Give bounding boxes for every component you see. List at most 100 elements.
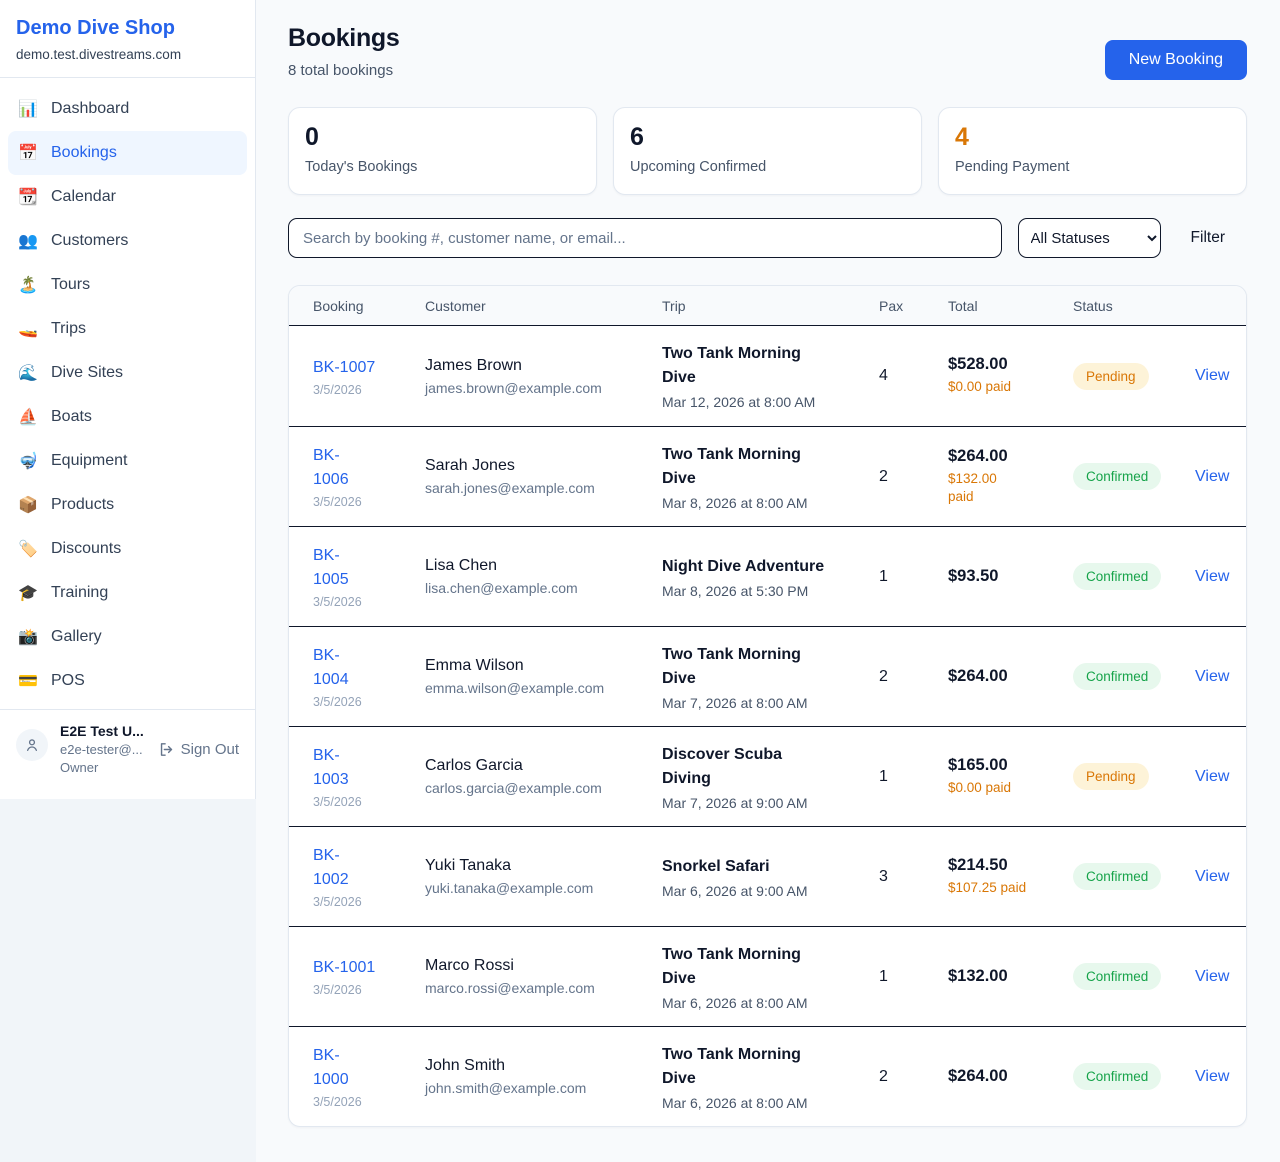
view-link[interactable]: View <box>1195 968 1229 985</box>
view-link[interactable]: View <box>1195 868 1229 885</box>
wave-icon: 🌊 <box>18 363 38 383</box>
status-badge: Confirmed <box>1073 963 1161 990</box>
table-row: BK- 1006 3/5/2026 Sarah Jones sarah.jone… <box>289 426 1246 526</box>
filter-button[interactable]: Filter <box>1177 229 1247 247</box>
sidebar-item-products[interactable]: 📦 Products <box>8 483 247 527</box>
people-icon: 👥 <box>18 231 38 251</box>
table-row: BK- 1003 3/5/2026 Carlos Garcia carlos.g… <box>289 726 1246 826</box>
sidebar-item-bookings[interactable]: 📅 Bookings <box>8 131 247 175</box>
table-row: BK- 1000 3/5/2026 John Smith john.smith@… <box>289 1026 1246 1126</box>
sidebar-item-training[interactable]: 🎓 Training <box>8 571 247 615</box>
avatar <box>16 729 48 761</box>
sign-out-label: Sign Out <box>181 741 239 758</box>
trip-name: Two Tank Morning Dive <box>662 342 865 390</box>
view-link[interactable]: View <box>1195 367 1229 384</box>
view-link[interactable]: View <box>1195 768 1229 785</box>
view-link[interactable]: View <box>1195 568 1229 585</box>
bookings-table: Booking Customer Trip Pax Total Status B… <box>288 285 1247 1127</box>
package-icon: 📦 <box>18 495 38 515</box>
sidebar-item-tours[interactable]: 🏝️ Tours <box>8 263 247 307</box>
sidebar-item-pos[interactable]: 💳 POS <box>8 659 247 703</box>
booking-id-link[interactable]: BK- 1000 <box>313 1044 349 1092</box>
graduation-cap-icon: 🎓 <box>18 583 38 603</box>
sidebar-item-dashboard[interactable]: 📊 Dashboard <box>8 87 247 131</box>
booking-id-link[interactable]: BK- 1003 <box>313 744 349 792</box>
booking-id-link[interactable]: BK- 1004 <box>313 644 349 692</box>
customer-email: james.brown@example.com <box>425 380 648 396</box>
total-amount: $93.50 <box>948 567 1059 586</box>
booking-date: 3/5/2026 <box>313 895 411 909</box>
page-header: Bookings 8 total bookings New Booking <box>288 24 1247 80</box>
credit-card-icon: 💳 <box>18 671 38 691</box>
customer-name: Carlos Garcia <box>425 757 648 775</box>
booking-date: 3/5/2026 <box>313 595 411 609</box>
sidebar-item-label: Dashboard <box>51 100 129 118</box>
table-row: BK- 1004 3/5/2026 Emma Wilson emma.wilso… <box>289 626 1246 726</box>
paid-amount: $0.00 paid <box>948 378 1059 396</box>
customer-name: Lisa Chen <box>425 557 648 575</box>
page-title: Bookings <box>288 24 400 53</box>
booking-id-link[interactable]: BK-1001 <box>313 956 375 980</box>
status-badge: Confirmed <box>1073 563 1161 590</box>
brand-name: Demo Dive Shop <box>16 17 239 40</box>
stat-card: 6 Upcoming Confirmed <box>613 107 922 195</box>
view-link[interactable]: View <box>1195 668 1229 685</box>
customer-email: sarah.jones@example.com <box>425 480 648 496</box>
total-amount: $264.00 <box>948 667 1059 686</box>
stat-label: Upcoming Confirmed <box>630 159 905 175</box>
bar-chart-icon: 📊 <box>18 99 38 119</box>
sidebar-item-label: Equipment <box>51 452 128 470</box>
sidebar-nav: 📊 Dashboard 📅 Bookings 📆 Calendar 👥 Cust… <box>0 78 255 707</box>
table-header-row: Booking Customer Trip Pax Total Status <box>289 286 1246 326</box>
sidebar-item-trips[interactable]: 🚤 Trips <box>8 307 247 351</box>
sidebar-item-label: Products <box>51 496 114 514</box>
booking-id-link[interactable]: BK- 1002 <box>313 844 349 892</box>
stat-label: Today's Bookings <box>305 159 580 175</box>
person-icon <box>24 737 40 753</box>
sidebar-item-equipment[interactable]: 🤿 Equipment <box>8 439 247 483</box>
sidebar-item-boats[interactable]: ⛵ Boats <box>8 395 247 439</box>
trip-datetime: Mar 8, 2026 at 5:30 PM <box>662 583 865 599</box>
stat-card: 4 Pending Payment <box>938 107 1247 195</box>
booking-id-link[interactable]: BK- 1005 <box>313 544 349 592</box>
trip-name: Snorkel Safari <box>662 855 865 879</box>
sidebar-item-discounts[interactable]: 🏷️ Discounts <box>8 527 247 571</box>
customer-name: James Brown <box>425 357 648 375</box>
customer-email: emma.wilson@example.com <box>425 680 648 696</box>
sidebar-item-gallery[interactable]: 📸 Gallery <box>8 615 247 659</box>
trip-datetime: Mar 7, 2026 at 9:00 AM <box>662 795 865 811</box>
brand: Demo Dive Shop demo.test.divestreams.com <box>0 0 255 78</box>
view-link[interactable]: View <box>1195 468 1229 485</box>
sidebar-item-label: Boats <box>51 408 92 426</box>
booking-id-link[interactable]: BK- 1006 <box>313 444 349 492</box>
col-header-customer: Customer <box>425 298 662 314</box>
sidebar-item-label: Tours <box>51 276 90 294</box>
stat-value: 4 <box>955 123 1230 152</box>
trip-datetime: Mar 6, 2026 at 9:00 AM <box>662 883 865 899</box>
sailboat-icon: ⛵ <box>18 407 38 427</box>
booking-date: 3/5/2026 <box>313 795 411 809</box>
sign-out-button[interactable]: Sign Out <box>158 741 239 758</box>
new-booking-button[interactable]: New Booking <box>1105 40 1247 80</box>
table-row: BK- 1005 3/5/2026 Lisa Chen lisa.chen@ex… <box>289 526 1246 626</box>
customer-email: lisa.chen@example.com <box>425 580 648 596</box>
pax-count: 1 <box>879 968 948 986</box>
trip-name: Two Tank Morning Dive <box>662 443 865 491</box>
search-input[interactable] <box>288 218 1002 258</box>
sidebar-item-customers[interactable]: 👥 Customers <box>8 219 247 263</box>
camera-icon: 📸 <box>18 627 38 647</box>
status-badge: Confirmed <box>1073 863 1161 890</box>
col-header-status: Status <box>1073 298 1195 314</box>
trip-name: Two Tank Morning Dive <box>662 1043 865 1091</box>
sidebar-item-calendar[interactable]: 📆 Calendar <box>8 175 247 219</box>
booking-id-link[interactable]: BK-1007 <box>313 356 375 380</box>
pax-count: 1 <box>879 768 948 786</box>
booking-date: 3/5/2026 <box>313 695 411 709</box>
sidebar-item-dive-sites[interactable]: 🌊 Dive Sites <box>8 351 247 395</box>
view-link[interactable]: View <box>1195 1068 1229 1085</box>
table-row: BK- 1002 3/5/2026 Yuki Tanaka yuki.tanak… <box>289 826 1246 926</box>
sidebar-item-label: Bookings <box>51 144 117 162</box>
page-subtitle: 8 total bookings <box>288 62 400 79</box>
status-filter-select[interactable]: All Statuses <box>1018 218 1161 258</box>
stat-value: 6 <box>630 123 905 152</box>
